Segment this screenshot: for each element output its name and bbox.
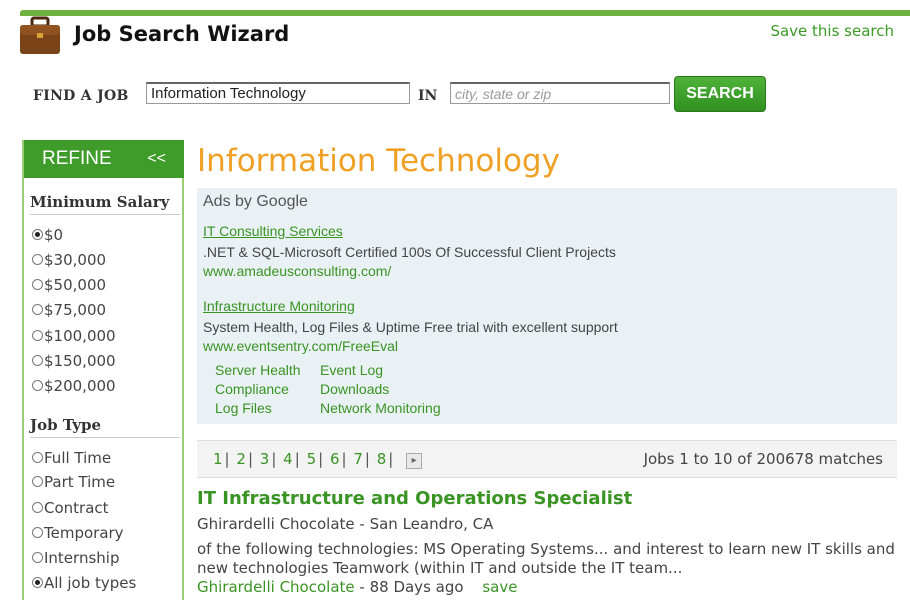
job-snippet: of the following technologies: MS Operat… (197, 540, 895, 577)
search-bar: FIND A JOB Information Technology IN cit… (0, 76, 910, 116)
radio-icon[interactable] (32, 552, 43, 563)
page-link[interactable]: 2 (236, 450, 246, 468)
pagination: 1 | 2 | 3 | 4 | 5 | 6 | 7 | 8 | ▸ (213, 450, 423, 469)
ads-by-google-label: Ads by Google (203, 193, 308, 210)
page-link[interactable]: 8 (377, 450, 387, 468)
refine-label: REFINE (42, 148, 112, 169)
find-job-label: FIND A JOB (33, 88, 129, 104)
collapse-icon[interactable]: << (147, 140, 166, 178)
header: Job Search Wizard Save this search (0, 0, 910, 60)
page-link[interactable]: 3 (260, 450, 270, 468)
location-input[interactable]: city, state or zip (450, 82, 670, 104)
job-company-location: Ghirardelli Chocolate - San Leandro, CA (197, 515, 494, 533)
page-link[interactable]: 4 (283, 450, 293, 468)
salary-option-50000[interactable]: $50,000 (32, 275, 106, 295)
radio-icon[interactable] (32, 330, 43, 341)
ad-sublink-log-files[interactable]: Log Files (215, 400, 272, 416)
radio-icon[interactable] (32, 279, 43, 290)
ad-sublink-event-log[interactable]: Event Log (320, 362, 383, 378)
in-label: IN (418, 88, 438, 104)
ad-title-infrastructure-monitoring[interactable]: Infrastructure Monitoring (203, 298, 355, 314)
jobtype-option-contract[interactable]: Contract (32, 498, 109, 518)
job-company-link[interactable]: Ghirardelli Chocolate (197, 578, 355, 596)
page-link[interactable]: 1 (213, 450, 223, 468)
ad-sublink-server-health[interactable]: Server Health (215, 362, 301, 378)
pagination-bar: 1 | 2 | 3 | 4 | 5 | 6 | 7 | 8 | ▸ Jobs 1 to 10 o… (197, 440, 897, 478)
salary-option-0[interactable]: $0 (32, 225, 63, 245)
salary-option-200000[interactable]: $200,000 (32, 376, 116, 396)
page-link[interactable]: 6 (330, 450, 340, 468)
refine-sidebar: REFINE << Minimum Salary $0 $30,000 $50,… (22, 140, 184, 600)
jobtype-option-all[interactable]: All job types (32, 573, 136, 593)
ad-sublink-network-monitoring[interactable]: Network Monitoring (320, 400, 441, 416)
ad-url[interactable]: www.amadeusconsulting.com/ (203, 263, 391, 279)
jobtype-option-temporary[interactable]: Temporary (32, 523, 124, 543)
jobtype-option-internship[interactable]: Internship (32, 548, 119, 568)
radio-icon[interactable] (32, 476, 43, 487)
refine-header[interactable]: REFINE << (24, 140, 184, 178)
ad-description: System Health, Log Files & Uptime Free t… (203, 319, 618, 335)
ad-sublink-compliance[interactable]: Compliance (215, 381, 289, 397)
radio-icon[interactable] (32, 452, 43, 463)
radio-icon[interactable] (32, 527, 43, 538)
job-query-input[interactable]: Information Technology (146, 82, 410, 104)
jobtype-option-full-time[interactable]: Full Time (32, 448, 111, 468)
minimum-salary-heading: Minimum Salary (30, 193, 180, 215)
salary-option-30000[interactable]: $30,000 (32, 250, 106, 270)
ad-url[interactable]: www.eventsentry.com/FreeEval (203, 338, 398, 354)
ad-description: .NET & SQL-Microsoft Certified 100s Of S… (203, 244, 616, 260)
page-link[interactable]: 5 (307, 450, 317, 468)
page-link[interactable]: 7 (353, 450, 363, 468)
salary-option-100000[interactable]: $100,000 (32, 326, 116, 346)
next-arrow-icon[interactable]: ▸ (406, 453, 423, 469)
job-type-heading: Job Type (30, 416, 180, 438)
radio-selected-icon[interactable] (32, 577, 43, 588)
job-age: - 88 Days ago (354, 578, 464, 596)
job-title-link[interactable]: IT Infrastructure and Operations Special… (197, 488, 632, 509)
search-button[interactable]: SEARCH (674, 76, 766, 112)
save-search-link[interactable]: Save this search (770, 22, 894, 40)
ad-sublink-downloads[interactable]: Downloads (320, 381, 389, 397)
briefcase-icon (18, 16, 62, 56)
results-heading: Information Technology (197, 143, 560, 179)
page-title: Job Search Wizard (74, 22, 290, 46)
google-ads-box: Ads by Google IT Consulting Services .NE… (197, 188, 897, 424)
job-meta: Ghirardelli Chocolate - 88 Days ago save (197, 578, 517, 596)
radio-icon[interactable] (32, 380, 43, 391)
radio-icon[interactable] (32, 304, 43, 315)
salary-option-75000[interactable]: $75,000 (32, 300, 106, 320)
salary-option-150000[interactable]: $150,000 (32, 351, 116, 371)
match-count: Jobs 1 to 10 of 200678 matches (643, 450, 883, 468)
ad-title-it-consulting[interactable]: IT Consulting Services (203, 223, 343, 239)
radio-icon[interactable] (32, 254, 43, 265)
jobtype-option-part-time[interactable]: Part Time (32, 472, 115, 492)
radio-icon[interactable] (32, 502, 43, 513)
radio-selected-icon[interactable] (32, 229, 43, 240)
save-job-link[interactable]: save (482, 578, 517, 596)
header-accent-line (20, 10, 910, 16)
radio-icon[interactable] (32, 355, 43, 366)
